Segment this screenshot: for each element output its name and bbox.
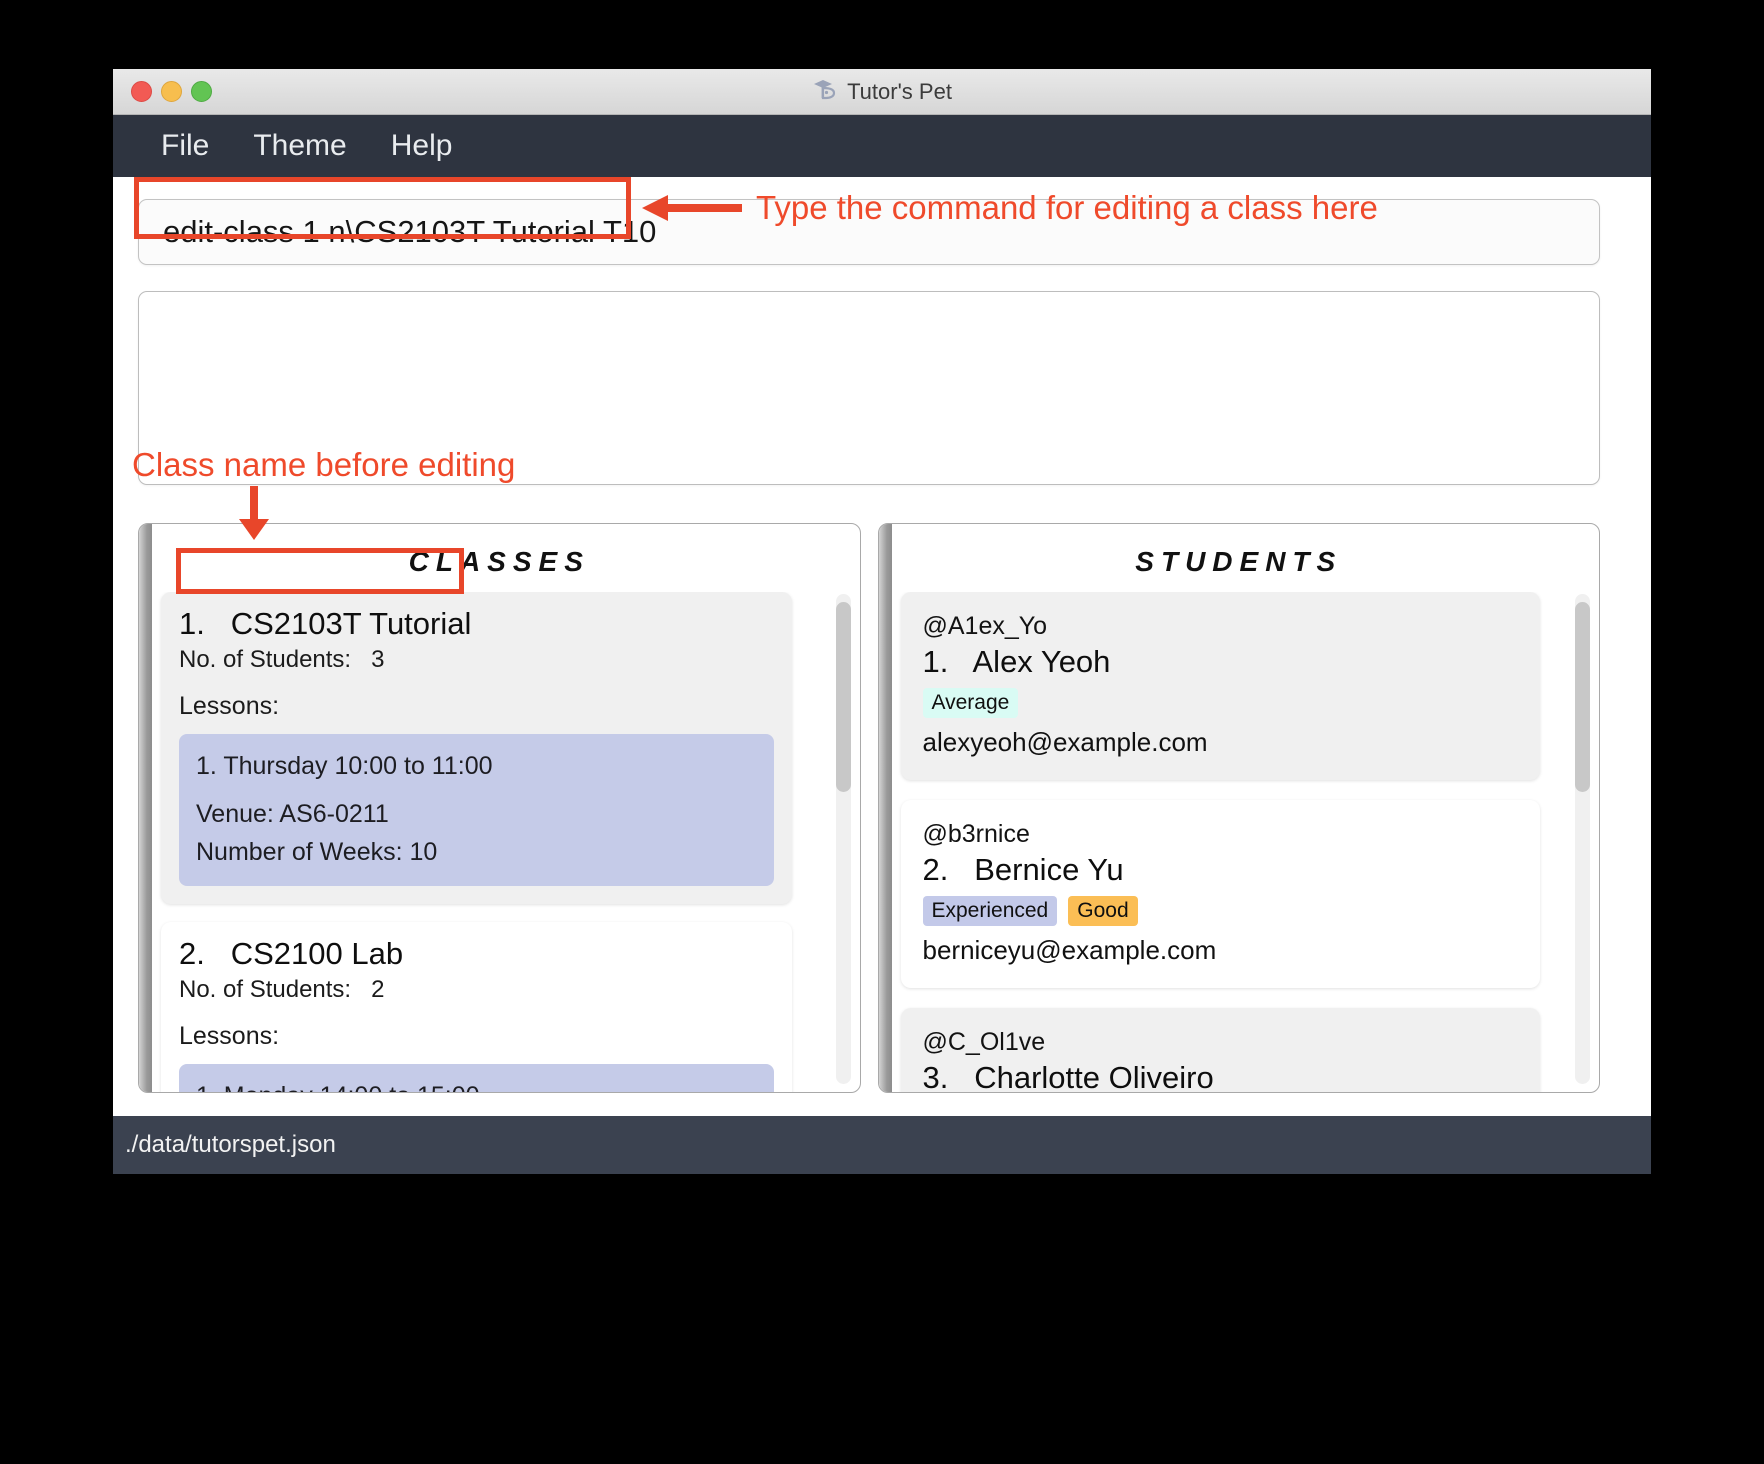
class-card-title: 1. CS2103T Tutorial xyxy=(179,606,774,642)
students-panel: STUDENTS @A1ex_Yo 1. Alex Yeoh Average a… xyxy=(877,523,1600,1093)
status-badge: Average xyxy=(922,688,1019,718)
status-bar: ./data/tutorspet.json xyxy=(113,1116,1651,1174)
classes-list[interactable]: 1. CS2103T Tutorial No. of Students: 3 L… xyxy=(139,592,860,1092)
lesson-venue: Venue: AS6-0211 xyxy=(196,800,389,828)
status-bar-path: ./data/tutorspet.json xyxy=(125,1131,336,1158)
maximize-window-button[interactable] xyxy=(191,81,212,102)
student-handle: @A1ex_Yo xyxy=(922,612,1048,640)
screen: Tutor's Pet File Theme Help edit-class 1… xyxy=(0,0,1764,1464)
class-card-student-label: No. of Students: xyxy=(179,646,352,673)
class-card-student-value: 3 xyxy=(371,646,385,673)
lesson-box: 1. Thursday 10:00 to 11:00 Venue: AS6-02… xyxy=(179,734,774,886)
student-email: berniceyu@example.com xyxy=(922,935,1217,965)
class-card-index: 2. xyxy=(179,936,205,971)
student-card[interactable]: @b3rnice 2. Bernice Yu Experienced Good … xyxy=(900,800,1540,988)
student-index: 2. xyxy=(922,852,949,887)
student-name-text: Charlotte Oliveiro xyxy=(974,1060,1214,1093)
class-card-student-value: 2 xyxy=(371,976,385,1003)
student-card[interactable]: @A1ex_Yo 1. Alex Yeoh Average alexyeoh@e… xyxy=(900,592,1540,780)
student-email: alexyeoh@example.com xyxy=(922,727,1208,757)
student-card[interactable]: @C_Ol1ve 3. Charlotte Oliveiro Strugglin… xyxy=(900,1008,1540,1093)
window-controls[interactable] xyxy=(131,81,212,102)
student-name: 2. Bernice Yu xyxy=(923,852,1518,888)
graduation-cap-icon xyxy=(812,77,838,106)
window-title: Tutor's Pet xyxy=(847,78,952,104)
student-tags: Average xyxy=(922,688,1518,718)
menu-item-help[interactable]: Help xyxy=(369,125,475,167)
result-display-box xyxy=(138,291,1600,485)
student-tags: Experienced Good xyxy=(922,896,1518,926)
lesson-time: 1. Thursday 10:00 to 11:00 xyxy=(196,752,493,780)
class-card-index: 1. xyxy=(179,606,205,641)
class-card-name: CS2103T Tutorial xyxy=(230,606,472,641)
students-list[interactable]: @A1ex_Yo 1. Alex Yeoh Average alexyeoh@e… xyxy=(879,592,1600,1093)
class-card[interactable]: 1. CS2103T Tutorial No. of Students: 3 L… xyxy=(161,592,792,904)
students-scrollbar-thumb[interactable] xyxy=(1575,602,1590,792)
menu-item-file[interactable]: File xyxy=(139,125,231,167)
lesson-box: 1. Monday 14:00 to 15:00 Venue: https://… xyxy=(179,1064,774,1092)
student-name: 3. Charlotte Oliveiro xyxy=(922,1060,1518,1093)
classes-panel-header: CLASSES xyxy=(408,546,590,577)
class-card-name: CS2100 Lab xyxy=(230,936,404,971)
student-handle: @b3rnice xyxy=(922,820,1030,848)
minimize-window-button[interactable] xyxy=(161,81,182,102)
status-badge: Good xyxy=(1068,896,1138,926)
student-name: 1. Alex Yeoh xyxy=(923,644,1518,680)
class-card-lessons-label: Lessons: xyxy=(179,1022,280,1050)
class-card-student-count: No. of Students: 2 xyxy=(179,976,774,1004)
title-center: Tutor's Pet xyxy=(113,77,1651,106)
student-name-text: Alex Yeoh xyxy=(972,644,1111,679)
close-window-button[interactable] xyxy=(131,81,152,102)
class-card[interactable]: 2. CS2100 Lab No. of Students: 2 Lessons… xyxy=(161,922,792,1092)
class-card-student-count: No. of Students: 3 xyxy=(179,646,774,674)
classes-scrollbar-thumb[interactable] xyxy=(835,602,851,792)
class-card-student-label: No. of Students: xyxy=(179,976,352,1003)
lesson-time: 1. Monday 14:00 to 15:00 xyxy=(196,1077,757,1092)
class-card-lessons-label: Lessons: xyxy=(179,692,280,720)
app-window: Tutor's Pet File Theme Help edit-class 1… xyxy=(113,69,1651,1174)
student-index: 3. xyxy=(922,1060,949,1093)
app-body: edit-class 1 n\CS2103T Tutorial T10 CLAS… xyxy=(113,177,1651,1117)
command-input-value: edit-class 1 n\CS2103T Tutorial T10 xyxy=(163,214,657,249)
lesson-weeks: Number of Weeks: 10 xyxy=(196,838,438,866)
classes-panel: CLASSES 1. CS2103T Tutorial No. of Stude… xyxy=(138,523,861,1093)
title-bar: Tutor's Pet xyxy=(113,69,1651,115)
students-panel-header: STUDENTS xyxy=(1135,546,1343,577)
panels-container: CLASSES 1. CS2103T Tutorial No. of Stude… xyxy=(138,523,1600,1093)
student-index: 1. xyxy=(922,644,949,679)
student-name-text: Bernice Yu xyxy=(974,852,1124,887)
student-handle: @C_Ol1ve xyxy=(922,1028,1046,1056)
class-card-title: 2. CS2100 Lab xyxy=(179,936,774,972)
command-input[interactable]: edit-class 1 n\CS2103T Tutorial T10 xyxy=(138,199,1600,265)
menu-item-theme[interactable]: Theme xyxy=(231,125,368,167)
menu-bar: File Theme Help xyxy=(113,115,1651,177)
status-badge: Experienced xyxy=(922,896,1058,926)
